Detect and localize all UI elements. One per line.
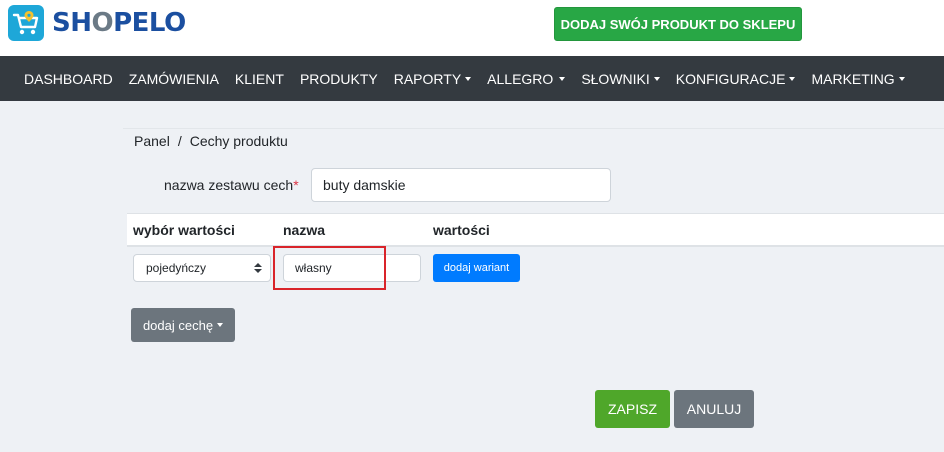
features-table-header: wybór wartości nazwa wartości [127, 213, 944, 247]
add-feature-label: dodaj cechę [142, 317, 214, 333]
shopelo-logo[interactable]: SHOPELO [8, 5, 186, 41]
nav-marketing[interactable]: MARKETING [803, 56, 912, 101]
nav-label: DASHBOARD [24, 70, 113, 87]
caret-down-icon [559, 76, 566, 81]
breadcrumb-panel-link[interactable]: Panel [134, 133, 170, 149]
save-button[interactable]: ZAPISZ [595, 390, 670, 428]
nav-label: SŁOWNIKI [581, 70, 650, 87]
cancel-button[interactable]: ANULUJ [674, 390, 754, 428]
nav-configuration[interactable]: KONFIGURACJE [668, 56, 804, 101]
breadcrumb-current: Cechy produktu [189, 133, 288, 149]
nav-client[interactable]: KLIENT [227, 56, 292, 101]
table-row: pojedyńczy własny dodaj wariant [127, 246, 944, 290]
nav-label: KLIENT [234, 70, 284, 87]
nav-reports[interactable]: RAPORTY [386, 56, 479, 101]
nav-label: ALLEGRO [487, 70, 554, 87]
column-header-name: nazwa [283, 222, 326, 238]
column-header-values: wartości [433, 222, 490, 238]
nav-orders[interactable]: ZAMÓWIENIA [121, 56, 227, 101]
caret-down-icon [653, 76, 660, 81]
value-choice-select[interactable]: pojedyńczy [133, 254, 271, 282]
required-mark: * [293, 177, 299, 193]
nav-label: PRODUKTY [299, 70, 378, 87]
set-name-label: nazwa zestawu cech* [164, 177, 299, 193]
nav-label: MARKETING [811, 70, 895, 87]
product-features-panel: Panel / Cechy produktu nazwa zestawu cech*… [123, 128, 944, 452]
caret-down-icon [465, 76, 472, 81]
add-variant-button[interactable]: dodaj wariant [433, 254, 520, 282]
nav-label: ZAMÓWIENIA [128, 70, 219, 87]
shopelo-wordmark: SHOPELO [52, 8, 186, 38]
nav-products[interactable]: PRODUKTY [292, 56, 386, 101]
add-product-to-shop-button[interactable]: DODAJ SWÓJ PRODUKT DO SKLEPU [554, 7, 802, 41]
main-navbar: DASHBOARD ZAMÓWIENIA KLIENT PRODUKTY RAP… [0, 56, 944, 101]
breadcrumb: Panel / Cechy produktu [134, 133, 288, 149]
nav-dictionaries[interactable]: SŁOWNIKI [573, 56, 667, 101]
breadcrumb-separator: / [177, 133, 182, 149]
cart-logo-icon [8, 5, 44, 41]
add-feature-button[interactable]: dodaj cechę [131, 308, 235, 342]
nav-label: KONFIGURACJE [675, 70, 786, 87]
caret-down-icon [217, 323, 224, 327]
caret-down-icon [789, 76, 796, 81]
nav-allegro[interactable]: ALLEGRO [479, 56, 573, 101]
top-header: SHOPELO DODAJ SWÓJ PRODUKT DO SKLEPU [0, 0, 944, 56]
caret-down-icon [898, 76, 905, 81]
feature-name-input[interactable]: własny [283, 254, 421, 282]
select-value: pojedyńczy [146, 261, 207, 275]
select-arrows-icon [254, 263, 262, 273]
nav-dashboard[interactable]: DASHBOARD [16, 56, 121, 101]
set-name-input[interactable]: buty damskie [311, 168, 611, 202]
features-table: wybór wartości nazwa wartości pojedyńczy… [127, 213, 944, 290]
column-header-choice: wybór wartości [133, 222, 235, 238]
nav-label: RAPORTY [393, 70, 462, 87]
